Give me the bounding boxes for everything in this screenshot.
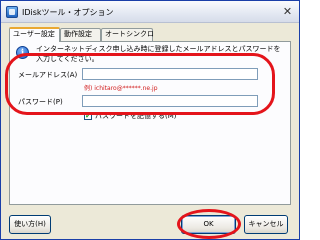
info-message: インターネットディスク申し込み時に登録したメールアドレスとパスワードを入力してく… — [36, 45, 281, 63]
ok-button[interactable]: OK — [181, 215, 236, 234]
window-title: IDiskツール・オプション — [22, 8, 114, 17]
options-dialog: IDiskツール・オプション ✕ ユーザー設定 動作設定 オートシンクロ i イ… — [0, 0, 300, 240]
cancel-button[interactable]: キャンセル — [244, 215, 288, 234]
user-settings-panel: i インターネットディスク申し込み時に登録したメールアドレスとパスワードを入力し… — [9, 41, 291, 205]
remember-password-checkbox[interactable]: ✔ — [84, 112, 92, 120]
tab-auto-sync[interactable]: オートシンクロ — [101, 28, 154, 41]
help-button[interactable]: 使い方(H) — [9, 215, 51, 234]
password-label: パスワード(P) — [18, 98, 63, 106]
info-icon: i — [16, 46, 29, 59]
close-button[interactable]: ✕ — [280, 5, 295, 19]
tab-user-settings[interactable]: ユーザー設定 — [9, 27, 60, 42]
title-bar[interactable]: IDiskツール・オプション ✕ — [1, 1, 299, 23]
app-icon — [6, 6, 18, 18]
tab-behavior-settings[interactable]: 動作設定 — [60, 28, 101, 41]
remember-password-label: パスワードを記憶する(M) — [95, 112, 177, 120]
email-label: メールアドレス(A) — [18, 71, 78, 79]
email-field[interactable] — [82, 68, 258, 80]
email-example-hint: 例) ichitaro@******.ne.jp — [84, 85, 158, 92]
password-field[interactable] — [82, 95, 258, 107]
